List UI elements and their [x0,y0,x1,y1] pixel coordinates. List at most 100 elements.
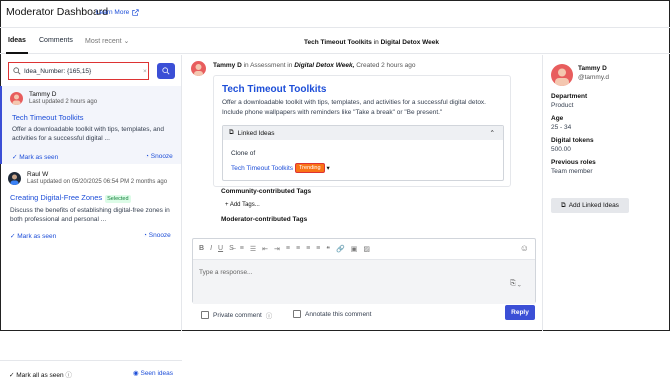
snooze-icon: ◔ [145,153,149,160]
clone-link: Tech Timeout Toolkits [231,164,294,172]
top-bar: Moderator Dashboard Learn More [0,0,670,28]
moderator-tags-heading: Moderator-contributed Tags [221,216,308,223]
linked-ideas-label: Linked Ideas [237,129,275,137]
sort-dropdown[interactable]: Most recent ⌄ [85,37,129,45]
strikethrough-icon[interactable]: S̶ [229,245,234,253]
add-linked-ideas-button[interactable]: ⧉ Add Linked Ideas [551,198,629,213]
field-label: Department [551,93,588,100]
seen-ideas-button[interactable]: ◉ Seen ideas [133,369,173,377]
linked-ideas-section: ⧉ Linked Ideas ⌃ Clone of Tech Timeout Too… [222,125,504,181]
clone-link-row[interactable]: Tech Timeout Toolkits Trending ▾ [231,163,330,173]
link-icon[interactable]: 🔗 [336,245,345,253]
tab-comments[interactable]: Comments [39,37,73,44]
learn-more-link[interactable]: Learn More [96,9,139,16]
avatar [10,92,23,105]
community-tags-heading: Community-contributed Tags [221,188,312,195]
numbered-list-icon[interactable]: ☰ [250,245,256,253]
idea-title: Tech Timeout Toolkits [222,84,327,95]
linked-ideas-header[interactable]: ⧉ Linked Ideas ⌃ [223,126,503,140]
card-title[interactable]: Tech Timeout Toolkits [12,113,84,122]
post-category: Digital Detox Week, [294,62,355,69]
snooze-icon: ◔ [143,232,147,239]
sort-label: Most recent [85,38,122,45]
seen-ideas-label: Seen ideas [140,370,174,377]
field-value: Product [551,102,574,109]
bullet-list-icon[interactable]: ≡ [240,245,244,253]
snooze-button[interactable]: ◔ Snooze [145,153,173,160]
search-icon [13,67,21,75]
card-date: Last updated on 05/20/2025 06:54 PM 2 mo… [27,179,168,185]
clear-icon[interactable]: × [143,68,147,75]
info-icon: ⓘ [265,313,273,320]
annotate-label: Annotate this comment [305,310,372,318]
idea-card[interactable]: Raul W Last updated on 05/20/2025 06:54 … [0,167,181,244]
search-input[interactable]: Idea_Number: {165,15} × [8,62,149,80]
post-author: Tammy D [213,62,242,69]
justify-icon[interactable]: ≡ [316,245,320,253]
private-comment-checkbox[interactable]: Private comment ⓘ [201,310,272,320]
indent-icon[interactable]: ⇥ [274,245,280,253]
card-title: Creating Digital-Free Zones [10,193,103,202]
breadcrumb-in: in [373,39,379,46]
align-left-icon[interactable]: ≡ [286,245,290,253]
post-in: in Assessment in [243,62,293,69]
breadcrumb: Tech Timeout Toolkits in Digital Detox W… [304,39,439,46]
snooze-label: Snooze [150,153,173,160]
link-icon: ⧉ [229,129,234,136]
card-title-row[interactable]: Creating Digital-Free Zones Selected [10,193,131,203]
page-title: Moderator Dashboard [6,6,109,18]
underline-icon[interactable]: U [218,245,223,253]
emoji-icon[interactable]: ☺ [520,243,529,253]
quote-icon[interactable]: ❝ [326,245,330,253]
mark-all-seen-button[interactable]: ✓ Mark all as seen ⓘ [9,369,72,379]
caret-down-icon: ▾ [326,165,330,172]
idea-card[interactable]: Tammy D Last updated 2 hours ago Tech Ti… [0,86,181,164]
italic-icon[interactable]: I [210,245,212,253]
chevron-down-icon: ⌄ [123,38,130,45]
checkbox-box[interactable] [293,310,301,318]
profile-panel: Tammy D @tammy.d Department Product Age … [542,55,670,331]
field-label: Digital tokens [551,137,594,144]
chevron-up-icon[interactable]: ⌃ [490,129,495,137]
search-button[interactable] [157,63,175,79]
mark-label: Mark as seen [17,233,57,240]
profile-avatar [551,64,573,86]
video-icon[interactable]: ▣ [351,245,358,253]
image-icon[interactable]: ▨ [363,245,370,253]
response-editor: B I U S̶ ≡ ☰ ⇤ ⇥ ≡ ≡ ≡ ≡ ❝ 🔗 ▣ ▨ ☺ Type … [192,238,536,304]
align-right-icon[interactable]: ≡ [306,245,310,253]
search-icon [162,67,170,75]
add-tags-button[interactable]: + Add Tags... [225,202,260,208]
outdent-icon[interactable]: ⇤ [262,245,268,253]
checkbox-box[interactable] [201,311,209,319]
card-date: Last updated 2 hours ago [29,99,98,105]
add-linked-label: Add Linked Ideas [568,202,619,209]
mark-as-seen-button[interactable]: ✓ Mark as seen [10,232,56,240]
bold-icon[interactable]: B [199,245,204,253]
align-center-icon[interactable]: ≡ [296,245,300,253]
idea-detail-panel: Tammy D in Assessment in Digital Detox W… [183,55,542,331]
check-icon: ✓ [10,233,16,240]
card-description: Discuss the benefits of establishing dig… [10,207,170,223]
link-icon: ⧉ [561,201,566,209]
left-footer: ✓ Mark all as seen ⓘ ◉ Seen ideas [0,360,182,386]
field-value: 25 - 34 [551,124,572,131]
field-value: Team member [551,168,593,175]
eye-icon: ◉ [133,370,139,377]
status-badge: Selected [105,195,131,203]
profile-name: Tammy D [578,65,607,72]
attachment-icon[interactable]: ⎘ ⌄ [510,280,521,288]
mark-as-seen-button[interactable]: ✓ Mark as seen [12,153,58,161]
info-icon: ⓘ [65,372,72,379]
snooze-button[interactable]: ◔ Snooze [143,232,171,239]
field-label: Previous roles [551,159,596,166]
avatar [8,172,21,185]
card-user: Tammy D [29,91,57,98]
tab-ideas[interactable]: Ideas [6,37,28,54]
editor-toolbar: B I U S̶ ≡ ☰ ⇤ ⇥ ≡ ≡ ≡ ≡ ❝ 🔗 ▣ ▨ [199,245,370,253]
annotate-checkbox[interactable]: Annotate this comment [293,310,371,318]
snooze-label: Snooze [148,232,171,239]
reply-button[interactable]: Reply [505,305,535,320]
idea-card-detail: Tech Timeout Toolkits Offer a downloadab… [213,75,511,187]
response-input[interactable]: Type a response... ⎘ ⌄ [193,259,535,304]
